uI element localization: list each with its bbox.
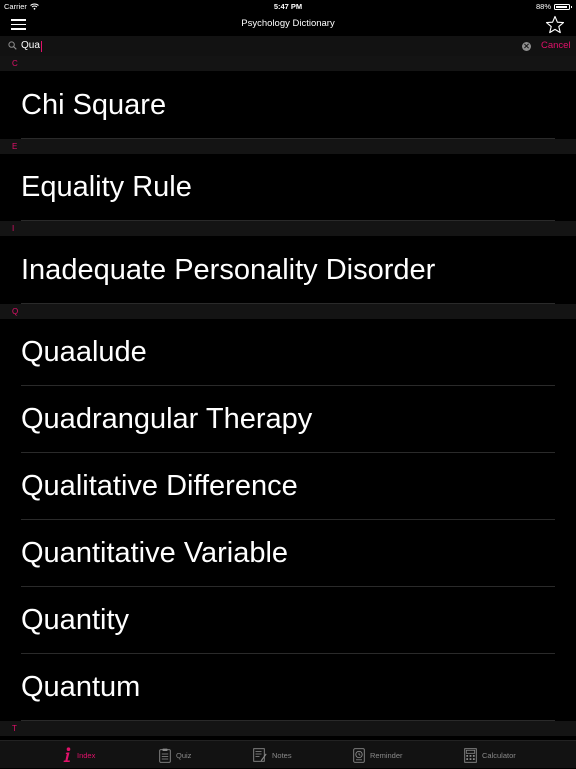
list-item[interactable]: Quantitative Variable	[0, 520, 576, 587]
search-query: Qua	[21, 40, 40, 51]
list-item[interactable]: Quaalude	[0, 319, 576, 386]
clear-search-button[interactable]	[522, 41, 531, 51]
favorites-button[interactable]	[545, 15, 565, 35]
status-bar: Carrier 5:47 PM 88%	[0, 0, 576, 12]
term-label: Quantity	[21, 604, 129, 636]
section-header-e: E	[0, 139, 576, 154]
section-header-t: T	[0, 721, 576, 736]
tab-quiz[interactable]: Quiz	[159, 741, 191, 769]
tab-label: Reminder	[370, 750, 403, 760]
tab-calculator[interactable]: Calculator	[464, 741, 516, 769]
term-label: Quantum	[21, 671, 141, 703]
battery-percent: 88%	[535, 2, 551, 11]
status-time: 5:47 PM	[273, 2, 303, 11]
term-label: Chi Square	[21, 88, 167, 121]
row-divider	[21, 720, 555, 721]
section-header-q: Q	[0, 304, 576, 319]
tab-label: Index	[77, 750, 96, 760]
section-header-i: I	[0, 221, 576, 236]
row-divider	[21, 138, 555, 139]
magnifier-icon	[8, 41, 17, 50]
tab-label: Notes	[272, 750, 292, 760]
section-header-c: C	[0, 56, 576, 71]
tab-bar: Index Quiz Notes Reminder Calculator	[0, 740, 576, 768]
tab-reminder[interactable]: Reminder	[353, 741, 403, 769]
list-item[interactable]: Quantity	[0, 587, 576, 654]
page-title: Psychology Dictionary	[241, 18, 335, 29]
list-item[interactable]: Inadequate Personality Disorder	[0, 236, 576, 304]
info-icon	[63, 747, 71, 762]
term-label: Inadequate Personality Disorder	[21, 253, 436, 286]
list-item[interactable]: Quadrangular Therapy	[0, 386, 576, 453]
tab-index[interactable]: Index	[62, 741, 95, 769]
calculator-icon	[464, 747, 477, 763]
row-divider	[21, 220, 555, 221]
list-item[interactable]: Equality Rule	[0, 154, 576, 221]
tab-label: Calculator	[482, 750, 516, 760]
notes-icon	[253, 748, 267, 762]
results-list: C Chi Square E Equality Rule I Inadequat…	[0, 56, 576, 736]
term-label: Qualitative Difference	[21, 470, 298, 502]
search-input[interactable]: Qua	[21, 39, 43, 53]
tab-label: Quiz	[176, 750, 192, 760]
navigation-bar: Psychology Dictionary	[0, 12, 576, 36]
list-item[interactable]: Qualitative Difference	[0, 453, 576, 520]
star-icon	[545, 15, 565, 34]
battery-area: 88%	[535, 2, 572, 11]
term-label: Equality Rule	[21, 171, 192, 203]
term-label: Quadrangular Therapy	[21, 403, 313, 435]
cancel-button[interactable]: Cancel	[541, 40, 571, 51]
clipboard-icon	[159, 748, 171, 763]
row-divider	[21, 303, 555, 304]
list-item[interactable]: Chi Square	[0, 71, 576, 139]
tab-notes[interactable]: Notes	[253, 741, 292, 769]
term-label: Quaalude	[21, 336, 147, 368]
clock-icon	[353, 747, 365, 763]
battery-icon	[554, 3, 572, 10]
search-bar: Qua Cancel	[0, 36, 576, 56]
term-label: Quantitative Variable	[21, 537, 289, 569]
text-cursor	[40, 40, 43, 52]
list-item[interactable]: Quantum	[0, 654, 576, 721]
